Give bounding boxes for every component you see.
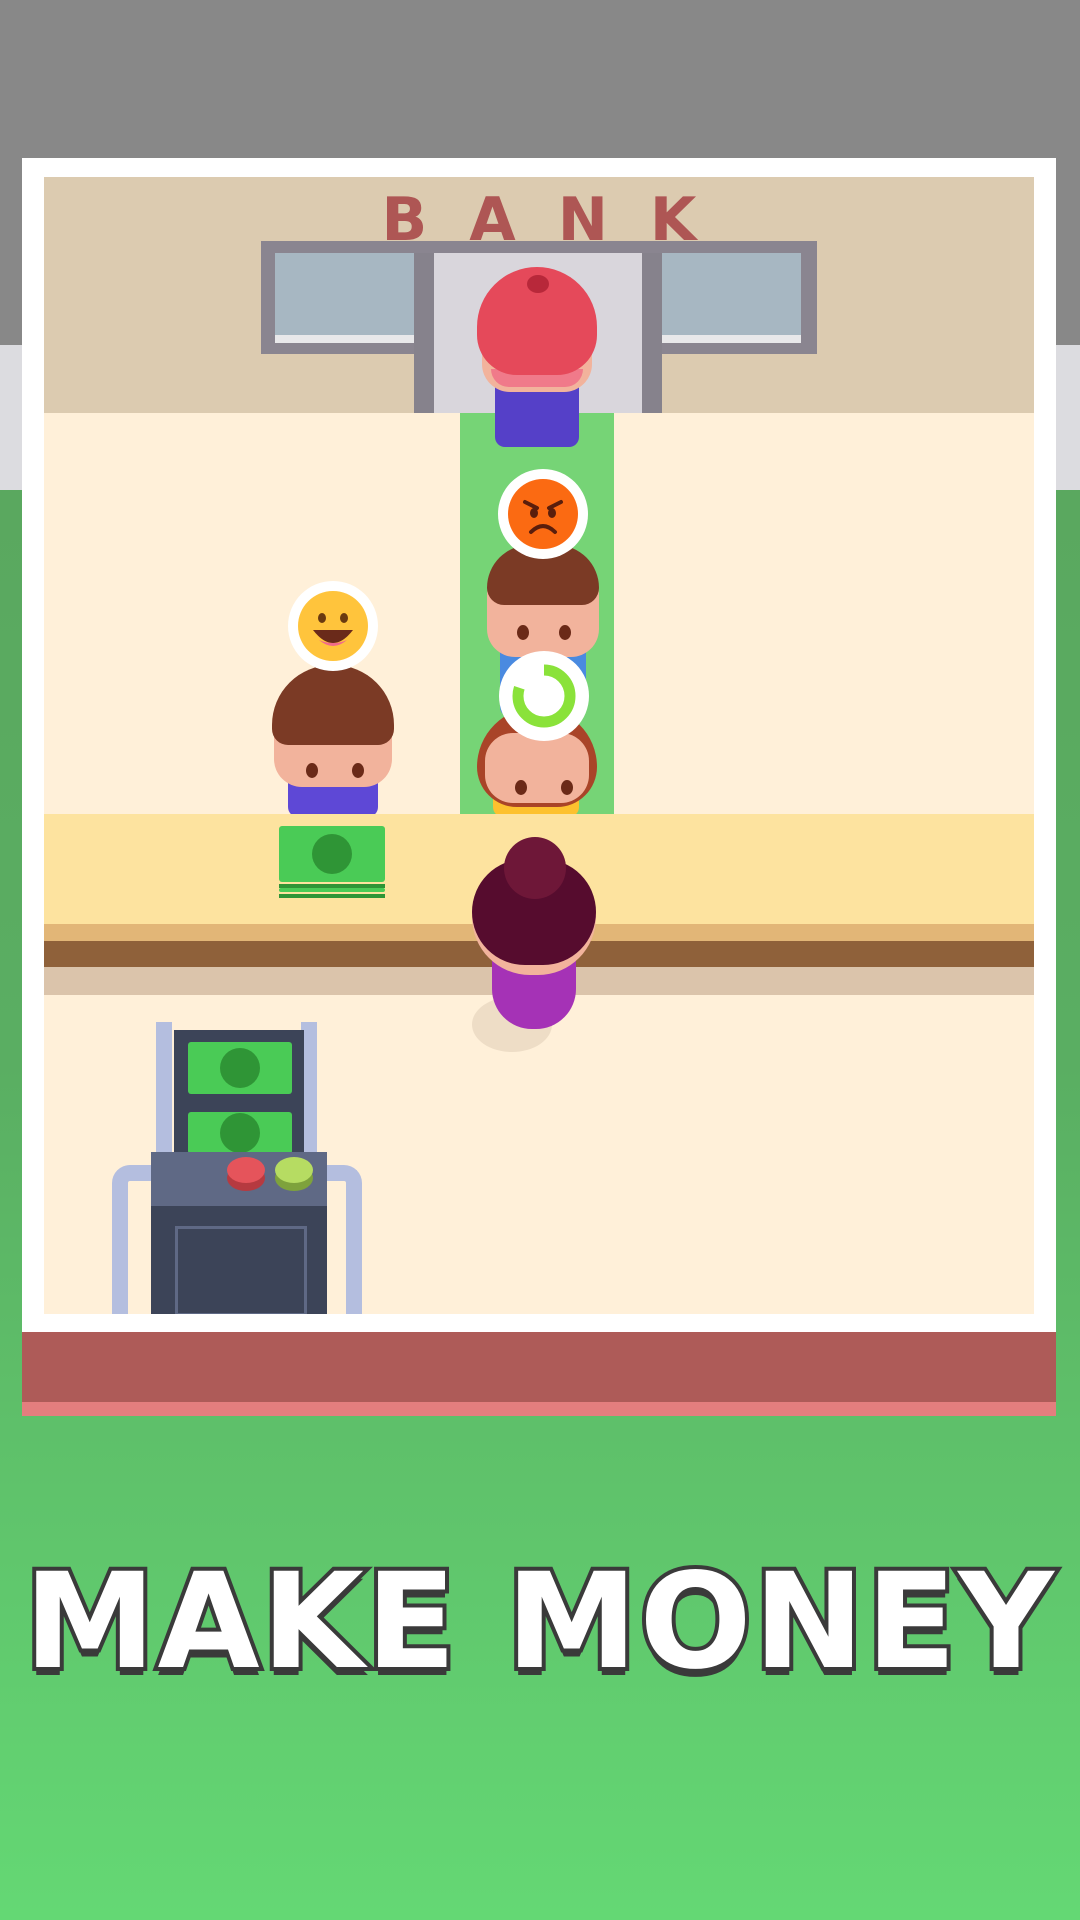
eye-right [561, 780, 573, 795]
angry-emoji-icon [508, 479, 578, 549]
player-cashier[interactable] [472, 837, 602, 1057]
building-front-edge [22, 1402, 1056, 1416]
window-right [661, 253, 801, 343]
banknote-edge [279, 894, 385, 898]
window-left [275, 253, 415, 343]
banknote-emblem [312, 834, 352, 874]
customer-queue-2[interactable] [469, 651, 605, 817]
mood-bubble [288, 581, 378, 671]
banknote-emblem [220, 1113, 260, 1153]
customer-counter-left[interactable] [272, 581, 394, 817]
cash-stack[interactable] [279, 826, 385, 898]
machine-door [175, 1226, 307, 1314]
loading-ring-icon [512, 664, 576, 728]
banknote-emblem [220, 1048, 260, 1088]
hair-bun [504, 837, 566, 899]
eye-left [306, 763, 318, 778]
door-post-left [414, 253, 434, 413]
eye-right [352, 763, 364, 778]
customer-at-window[interactable] [477, 267, 597, 447]
eye-left [515, 780, 527, 795]
promo-title: MAKE MONEY [20, 1541, 1058, 1703]
eye-left [517, 625, 529, 640]
banknote [188, 1112, 292, 1154]
cap-button [527, 275, 549, 293]
door-post-right [642, 253, 662, 413]
mood-bubble [498, 469, 588, 559]
machine-rail-left [156, 1022, 172, 1156]
customer-face [485, 733, 589, 803]
bank-room: BANK [44, 177, 1034, 1314]
machine-red-button[interactable] [227, 1157, 265, 1183]
machine-conveyor [174, 1030, 304, 1154]
banknote [279, 826, 385, 882]
happy-emoji-icon [298, 591, 368, 661]
banknote [188, 1042, 292, 1094]
eye-right [559, 625, 571, 640]
machine-green-button[interactable] [275, 1157, 313, 1183]
mood-bubble [499, 651, 589, 741]
banknote-edge [279, 888, 385, 892]
building-front-strip [22, 1332, 1056, 1402]
brown-hair [272, 665, 394, 745]
